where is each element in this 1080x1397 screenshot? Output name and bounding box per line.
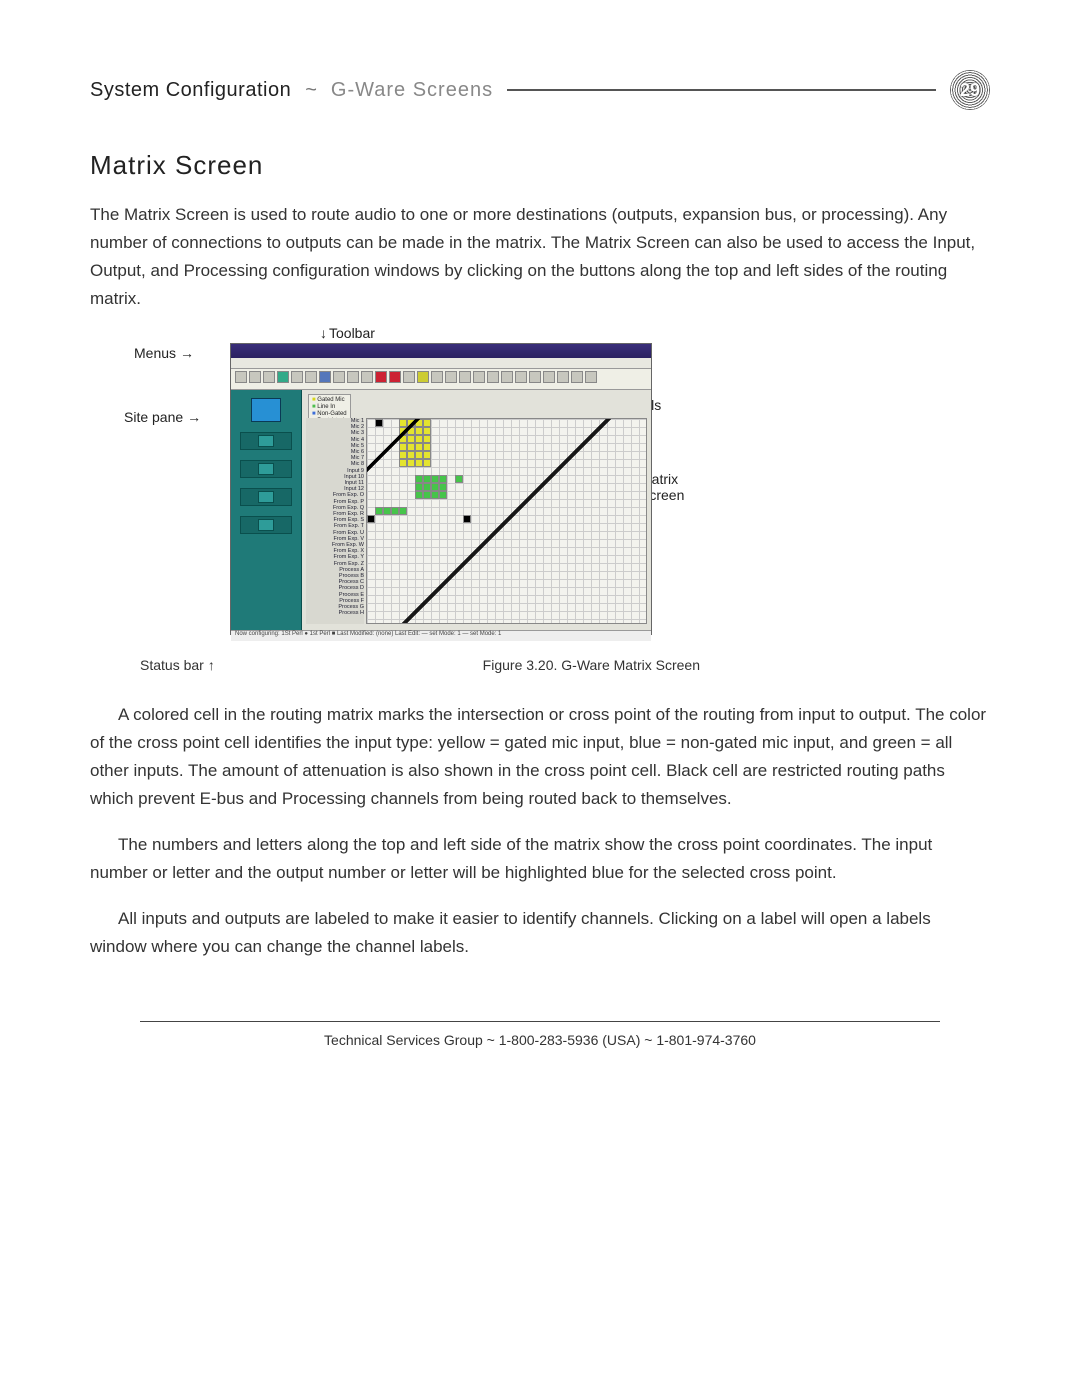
toolbar-button[interactable] [263, 371, 275, 383]
toolbar-button[interactable] [403, 371, 415, 383]
toolbar-button[interactable] [249, 371, 261, 383]
site-pane-item[interactable] [240, 488, 292, 506]
site-pane-item[interactable] [240, 516, 292, 534]
page-header: System Configuration ~ G-Ware Screens 29 [90, 70, 990, 110]
app-toolbar[interactable] [231, 369, 651, 390]
paragraph-3: The numbers and letters along the top an… [90, 831, 990, 887]
toolbar-button[interactable] [487, 371, 499, 383]
toolbar-button[interactable] [571, 371, 583, 383]
header-rule [507, 89, 936, 91]
callout-toolbar-text: Toolbar [329, 325, 375, 341]
legend-nongated: Non-Gated [312, 411, 347, 418]
app-titlebar [231, 344, 651, 358]
toolbar-button[interactable] [501, 371, 513, 383]
header-subsection: G-Ware Screens [331, 79, 493, 102]
figure-3-20: Menus Toolbar Site pane Labels ← Matrix … [140, 331, 700, 651]
toolbar-button[interactable] [277, 371, 289, 383]
callout-menus: Menus [134, 345, 194, 361]
toolbar-button[interactable] [291, 371, 303, 383]
toolbar-button[interactable] [333, 371, 345, 383]
toolbar-button[interactable] [557, 371, 569, 383]
page-number-badge: 29 [950, 70, 990, 110]
app-menubar[interactable] [231, 358, 651, 369]
legend-gated: Gated Mic [312, 397, 347, 404]
footer-text: Technical Services Group ~ 1-800-283-593… [90, 1032, 990, 1048]
toolbar-button[interactable] [361, 371, 373, 383]
toolbar-button[interactable] [445, 371, 457, 383]
callout-status-bar: Status bar [140, 657, 215, 673]
gware-app-window: Gated Mic Line In Non-Gated Restricted M… [230, 343, 652, 635]
toolbar-button[interactable] [473, 371, 485, 383]
toolbar-button[interactable] [235, 371, 247, 383]
toolbar-button[interactable] [389, 371, 401, 383]
page-number: 29 [950, 70, 990, 110]
callout-toolbar: Toolbar [320, 325, 375, 341]
figure-caption: Figure 3.20. G-Ware Matrix Screen [483, 657, 700, 673]
toolbar-button[interactable] [347, 371, 359, 383]
toolbar-button[interactable] [431, 371, 443, 383]
column-labels[interactable] [366, 404, 647, 416]
paragraph-1: The Matrix Screen is used to route audio… [90, 201, 990, 313]
status-bar: Now configuring: 1St Perl ● 1st Perl ■ L… [231, 630, 651, 641]
site-pane-icon[interactable] [251, 398, 281, 422]
toolbar-button[interactable] [515, 371, 527, 383]
footer-rule [140, 1021, 940, 1022]
callout-site-pane: Site pane [124, 409, 201, 425]
site-pane-item[interactable] [240, 460, 292, 478]
toolbar-button[interactable] [417, 371, 429, 383]
site-pane[interactable] [231, 390, 302, 630]
paragraph-4: All inputs and outputs are labeled to ma… [90, 905, 990, 961]
legend-line: Line In [312, 404, 347, 411]
toolbar-button[interactable] [305, 371, 317, 383]
paragraph-2: A colored cell in the routing matrix mar… [90, 701, 990, 813]
toolbar-button[interactable] [543, 371, 555, 383]
matrix-area[interactable]: Gated Mic Line In Non-Gated Restricted M… [302, 390, 651, 630]
toolbar-button[interactable] [529, 371, 541, 383]
toolbar-button[interactable] [319, 371, 331, 383]
routing-grid[interactable] [366, 418, 647, 624]
toolbar-button[interactable] [459, 371, 471, 383]
section-title: Matrix Screen [90, 150, 990, 181]
header-separator: ~ [305, 79, 317, 102]
site-pane-item[interactable] [240, 432, 292, 450]
row-labels[interactable]: Mic 1 Mic 2 Mic 3 Mic 4 Mic 5 Mic 6 Mic … [306, 418, 364, 624]
toolbar-button[interactable] [585, 371, 597, 383]
header-section: System Configuration [90, 79, 291, 102]
toolbar-button[interactable] [375, 371, 387, 383]
